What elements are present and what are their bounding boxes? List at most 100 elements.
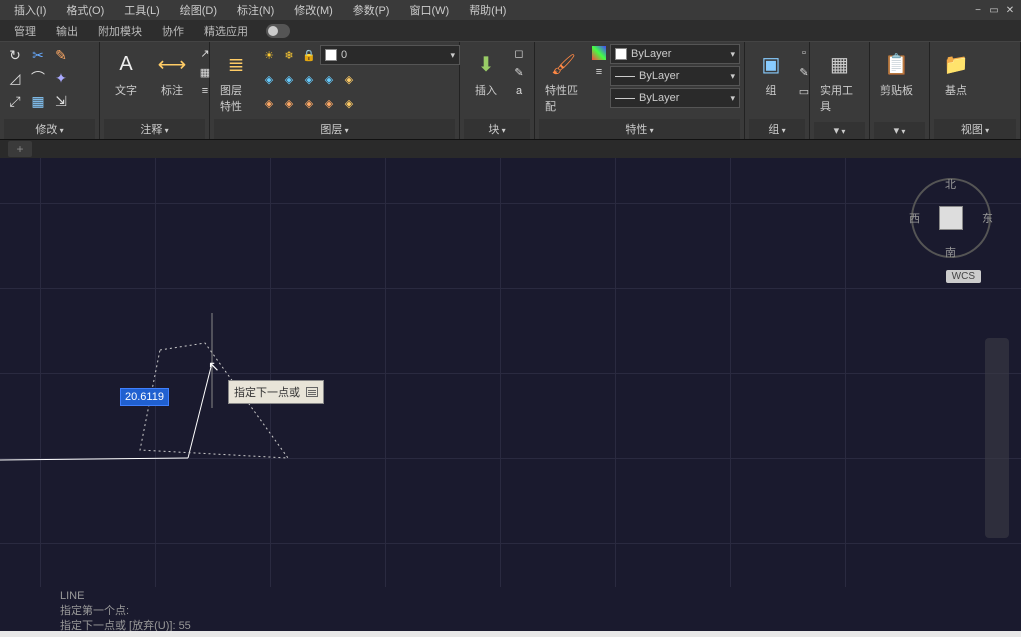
viewcube-west[interactable]: 西 [909,210,920,226]
color-dropdown[interactable]: ByLayer [610,44,740,64]
rotate-icon[interactable]: ↻ [4,44,26,66]
tab-addons[interactable]: 附加模块 [88,21,152,41]
menu-modify[interactable]: 修改(M) [284,0,343,20]
calc-icon: ▦ [824,48,856,80]
lineweight-sample [615,98,635,99]
menu-params[interactable]: 参数(P) [343,0,400,20]
menu-window[interactable]: 窗口(W) [399,0,459,20]
viewcube-south[interactable]: 南 [945,244,956,260]
lineweight-dropdown[interactable]: ByLayer [610,88,740,108]
block-edit-icon[interactable]: ✎ [510,63,528,81]
new-tab-button[interactable]: + [8,141,32,157]
panel-title-block[interactable]: 块 [464,119,530,139]
cmd-line-1: LINE [60,589,961,604]
layer-tool-7[interactable]: ◈ [280,94,298,112]
insert-label: 插入 [475,82,497,98]
linetype-dropdown[interactable]: ByLayer [610,66,740,86]
erase-icon[interactable]: ✎ [50,44,72,66]
panel-title-properties[interactable]: 特性 [539,119,740,139]
layer-props-button[interactable]: ≣ 图层特性 [214,44,258,118]
panel-title-groups[interactable]: 组 [749,119,805,139]
menu-dimension[interactable]: 标注(N) [227,0,284,20]
insert-block-button[interactable]: ⬇ 插入 [464,44,508,102]
tab-manage[interactable]: 管理 [4,21,46,41]
panel-properties: 🖌 特性匹配 ≡ ByLayer ByLayer ByLayer [535,42,745,139]
text-button[interactable]: A 文字 [104,44,148,102]
layer-state-icon[interactable]: ☀ [260,46,278,64]
panel-title-view[interactable]: 视图 [934,119,1016,139]
scale-icon[interactable]: ⤢ [4,90,26,112]
match-props-button[interactable]: 🖌 特性匹配 [539,44,588,118]
toggle-switch[interactable] [266,24,290,38]
command-input[interactable] [0,631,1021,637]
block-attr-icon[interactable]: a [510,82,528,100]
dimension-button[interactable]: ⟷ 标注 [150,44,194,102]
command-history: LINE 指定第一个点: 指定下一点或 [放弃(U)]: 55 [0,587,1021,637]
prop-list-icon[interactable]: ≡ [590,63,608,81]
mirror-icon[interactable]: ◿ [4,67,26,89]
drawing-canvas[interactable]: 20.6119 指定下一点或 ↖ 北 南 东 西 WCS [0,158,1021,587]
minimize-button[interactable]: − [971,5,985,16]
layer-tool-3[interactable]: ◈ [300,70,318,88]
window-controls: − ▭ ✕ [971,5,1017,16]
array-icon[interactable]: ▦ [27,90,49,112]
clipboard-button[interactable]: 📋 剪贴板 [874,44,919,102]
layer-freeze-icon[interactable]: ❄ [280,46,298,64]
panel-title-clipboard[interactable]: ▾ [874,122,925,139]
menu-bar: 插入(I) 格式(O) 工具(L) 绘图(D) 标注(N) 修改(M) 参数(P… [0,0,1021,20]
menu-format[interactable]: 格式(O) [56,0,114,20]
wcs-label[interactable]: WCS [946,270,981,283]
text-label: 文字 [115,82,137,98]
layer-dropdown[interactable]: 0 [320,45,460,65]
layers-icon: ≣ [220,48,252,80]
ribbon-tabs: 管理 输出 附加模块 协作 精选应用 [0,20,1021,42]
stretch-icon[interactable]: ⇲ [50,90,72,112]
layer-tool-10[interactable]: ◈ [340,94,358,112]
panel-title-utilities[interactable]: ▾ [814,122,865,139]
prop-color-icon[interactable] [592,46,606,60]
panel-title-annotate[interactable]: 注释 [104,119,205,139]
trim-icon[interactable]: ✂ [27,44,49,66]
layer-tool-9[interactable]: ◈ [320,94,338,112]
tab-output[interactable]: 输出 [46,21,88,41]
tab-featured[interactable]: 精选应用 [194,21,258,41]
tab-collab[interactable]: 协作 [152,21,194,41]
menu-help[interactable]: 帮助(H) [459,0,516,20]
grid-line [0,288,1021,289]
explode-icon[interactable]: ✦ [50,67,72,89]
cmd-line-2: 指定第一个点: [60,604,961,619]
utilities-button[interactable]: ▦ 实用工具 [814,44,865,118]
group-button[interactable]: ▣ 组 [749,44,793,102]
layer-tool-4[interactable]: ◈ [320,70,338,88]
fillet-icon[interactable]: ⌒ [27,67,49,89]
group-icon: ▣ [755,48,787,80]
menu-tools[interactable]: 工具(L) [114,0,169,20]
menu-draw[interactable]: 绘图(D) [170,0,227,20]
block-create-icon[interactable]: ◻ [510,44,528,62]
close-button[interactable]: ✕ [1003,5,1017,16]
layer-tool-2[interactable]: ◈ [280,70,298,88]
base-button[interactable]: 📁 基点 [934,44,978,102]
layer-tool-5[interactable]: ◈ [340,70,358,88]
viewcube-face[interactable] [939,206,963,230]
insert-block-icon: ⬇ [470,48,502,80]
panel-title-layers[interactable]: 图层 [214,119,455,139]
menu-insert[interactable]: 插入(I) [4,0,56,20]
dimension-input[interactable]: 20.6119 [120,388,169,406]
viewcube-east[interactable]: 东 [982,210,993,226]
viewcube[interactable]: 北 南 东 西 [911,178,991,258]
prompt-menu-icon[interactable] [306,387,318,397]
linetype-value: ByLayer [639,70,679,82]
layer-tool-6[interactable]: ◈ [260,94,278,112]
viewcube-north[interactable]: 北 [945,176,956,192]
panel-title-modify[interactable]: 修改 [4,119,95,139]
restore-button[interactable]: ▭ [987,5,1001,16]
navigation-bar[interactable] [985,338,1009,538]
layer-lock-icon[interactable]: 🔒 [300,46,318,64]
match-props-label: 特性匹配 [545,82,582,114]
layer-tool-8[interactable]: ◈ [300,94,318,112]
panel-clipboard: 📋 剪贴板 ▾ [870,42,930,139]
layer-tool-1[interactable]: ◈ [260,70,278,88]
grid-line [0,543,1021,544]
ribbon: ↻ ✂ ✎ ◿ ⌒ ✦ ⤢ ▦ ⇲ 修改 A 文 [0,42,1021,140]
